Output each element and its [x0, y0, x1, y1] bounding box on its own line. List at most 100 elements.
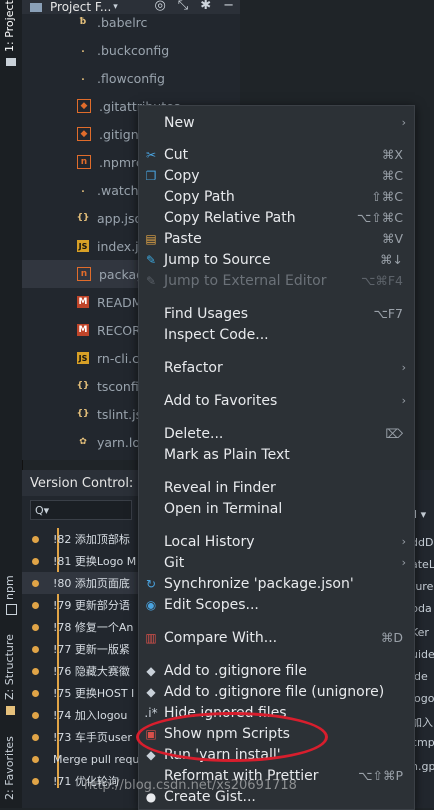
menu-item-label: Local History [164, 533, 255, 550]
menu-item-label: Copy Relative Path [164, 209, 296, 226]
structure-icon [6, 706, 15, 715]
menu-item-mark-as-plain-text[interactable]: Mark as Plain Text [139, 444, 414, 465]
folder-icon [6, 58, 16, 66]
menu-item-open-in-terminal[interactable]: Open in Terminal [139, 498, 414, 519]
menu-item-label: Edit Scopes... [164, 596, 259, 613]
file-name: .npmrc [99, 154, 143, 170]
hide-icon: .i* [144, 705, 158, 720]
js-icon: JS [77, 240, 89, 252]
commit-dot [32, 557, 39, 565]
npm-icon: n [77, 267, 91, 281]
menu-item-label: Delete... [164, 425, 224, 442]
npm-icon: n [77, 155, 91, 169]
commit-dot [32, 667, 39, 675]
config-icon: . [81, 45, 85, 55]
menu-item-shortcut: ⇧⌘C [371, 189, 403, 204]
menu-item-paste[interactable]: ▤ Paste ⌘V [139, 228, 414, 249]
commit-message: !74 加入logou [53, 709, 128, 722]
commit-dot [32, 579, 39, 587]
commit-search-input[interactable]: Q▾ [30, 500, 132, 520]
commit-dot [32, 733, 39, 741]
file-tree-item[interactable]: ƀ .babelrc [22, 8, 240, 36]
menu-item-shortcut: ⌘↓ [380, 252, 403, 267]
clipboard-icon: ▤ [145, 231, 157, 246]
chevron-right-icon: › [401, 556, 406, 569]
file-tree-item[interactable]: . .flowconfig [22, 64, 240, 92]
json-icon: {} [76, 381, 90, 391]
commit-dot [32, 711, 39, 719]
chevron-right-icon: › [401, 535, 406, 548]
menu-item-new[interactable]: New › [139, 112, 414, 133]
menu-item-local-history[interactable]: Local History › [139, 531, 414, 552]
menu-item-delete[interactable]: Delete... ⌦ [139, 423, 414, 444]
commit-message: !75 更换HOST I [53, 687, 135, 700]
commit-message: !79 更新部分语 [53, 599, 130, 612]
markdown-icon: M [77, 296, 89, 308]
commit-message: !82 添加顶部标 [53, 533, 130, 546]
json-icon: {} [76, 213, 90, 223]
watermark: http://blog.csdn.net/xs20691718 [84, 778, 297, 793]
menu-item-jump-to-source[interactable]: ✎ Jump to Source ⌘↓ [139, 249, 414, 270]
chevron-right-icon: › [401, 394, 406, 407]
menu-item-label: Open in Terminal [164, 500, 283, 517]
menu-item-copy[interactable]: ❐ Copy ⌘C [139, 165, 414, 186]
chevron-right-icon: › [401, 116, 406, 129]
menu-item-label: Compare With... [164, 629, 278, 646]
menu-item-label: Add to Favorites [164, 392, 278, 409]
structure-tool-tab[interactable]: Z: Structure [3, 634, 16, 700]
menu-item-shortcut: ⌥⇧⌘P [358, 768, 403, 783]
version-control-title: Version Control: [30, 475, 134, 491]
menu-item-inspect-code[interactable]: Inspect Code... [139, 324, 414, 345]
file-tree-item[interactable]: . .buckconfig [22, 36, 240, 64]
commit-message: Merge pull requ [53, 752, 140, 766]
menu-item-label: Jump to External Editor [164, 272, 327, 289]
file-name: .flowconfig [97, 70, 165, 86]
gitignore-icon: ◆ [146, 663, 156, 678]
config-icon: . [81, 73, 85, 83]
compare-icon: ▥ [145, 630, 157, 645]
menu-item-shortcut: ⌘C [381, 168, 403, 183]
highlight-annotation [136, 712, 328, 762]
commit-dot [32, 777, 39, 785]
file-name: .buckconfig [97, 42, 170, 58]
project-tool-tab[interactable]: 1: Project [3, 0, 16, 52]
menu-item-copy-relative-path[interactable]: Copy Relative Path ⌥⇧⌘C [139, 207, 414, 228]
babel-icon: ƀ [79, 17, 87, 27]
menu-item-add-to-gitignore-file-unignore[interactable]: ◆ Add to .gitignore file (unignore) [139, 681, 414, 702]
npm-tool-tab[interactable]: npm [3, 575, 16, 600]
git-icon: ◆ [77, 99, 91, 113]
json-icon: {} [76, 409, 90, 419]
yarn-icon: ✿ [79, 437, 87, 447]
menu-item-compare-with[interactable]: ▥ Compare With... ⌘D [139, 627, 414, 648]
favorites-tool-tab[interactable]: 2: Favorites [3, 736, 16, 800]
context-menu: New › ✂ Cut ⌘X ❐ Copy ⌘C Copy Path ⇧⌘C Copy Relati… [138, 105, 415, 810]
menu-item-add-to-favorites[interactable]: Add to Favorites › [139, 390, 414, 411]
menu-item-label: Copy Path [164, 188, 235, 205]
menu-item-find-usages[interactable]: Find Usages ⌥F7 [139, 303, 414, 324]
menu-item-git[interactable]: Git › [139, 552, 414, 573]
menu-item-shortcut: ⌘D [380, 630, 403, 645]
menu-item-shortcut: ⌥⇧⌘C [356, 210, 403, 225]
commit-message: !78 修复一个An [53, 621, 134, 634]
menu-item-add-to-gitignore-file[interactable]: ◆ Add to .gitignore file [139, 660, 414, 681]
menu-item-label: Add to .gitignore file (unignore) [164, 683, 385, 700]
menu-item-label: Reveal in Finder [164, 479, 276, 496]
menu-item-label: Paste [164, 230, 202, 247]
menu-item-edit-scopes[interactable]: ◉ Edit Scopes... [139, 594, 414, 615]
menu-item-cut[interactable]: ✂ Cut ⌘X [139, 144, 414, 165]
menu-item-synchronize-package-json[interactable]: ↻ Synchronize 'package.json' [139, 573, 414, 594]
menu-item-jump-to-external-editor[interactable]: ✎ Jump to External Editor ⌥⌘F4 [139, 270, 414, 291]
tool-window-strip: 1: Project npm Z: Structure 2: Favorites [0, 0, 23, 808]
menu-item-shortcut: ⌥F7 [373, 306, 403, 321]
copy-icon: ❐ [145, 168, 157, 183]
menu-item-label: Refactor [164, 359, 223, 376]
commit-dot [32, 645, 39, 653]
menu-item-refactor[interactable]: Refactor › [139, 357, 414, 378]
commit-message: !80 添加页面底 [53, 577, 130, 590]
menu-item-copy-path[interactable]: Copy Path ⇧⌘C [139, 186, 414, 207]
commit-message: !77 更新一版紧 [53, 643, 130, 656]
menu-item-label: Git [164, 554, 185, 571]
menu-item-reveal-in-finder[interactable]: Reveal in Finder [139, 477, 414, 498]
commit-message: !81 更换Logo M [53, 555, 137, 568]
sync-icon: ↻ [145, 576, 157, 591]
